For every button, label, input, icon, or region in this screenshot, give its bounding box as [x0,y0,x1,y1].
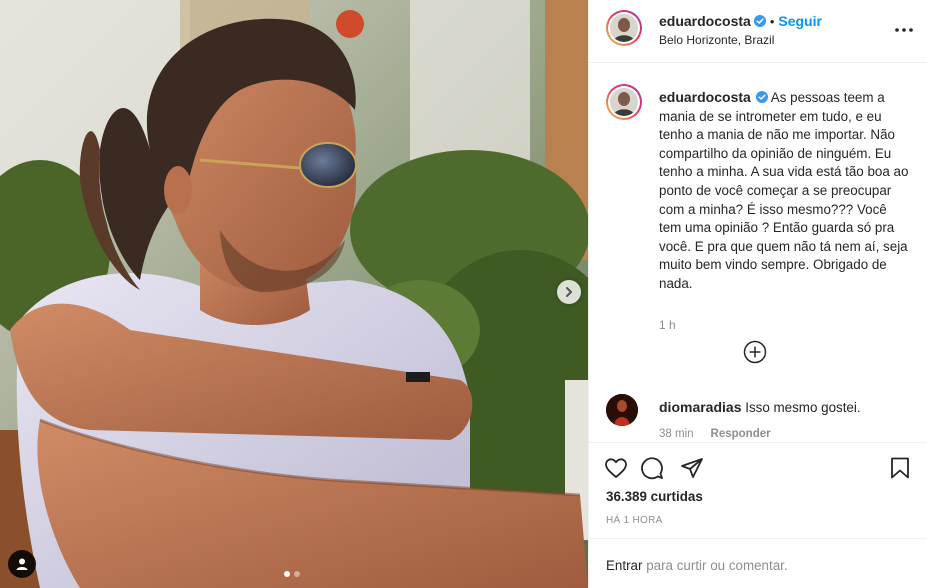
caption-text: As pessoas teem a mania de se intrometer… [659,90,909,291]
verified-badge-icon [753,15,766,27]
post-photo[interactable] [0,0,588,588]
follow-button[interactable]: Seguir [778,13,822,29]
instagram-post: eduardocosta • Seguir Belo Horizonte, Br… [0,0,927,588]
post-header: eduardocosta • Seguir Belo Horizonte, Br… [589,0,927,63]
more-options-button[interactable] [894,20,914,40]
carousel-dot-active [284,571,290,577]
heart-icon [605,458,627,478]
commenter-username[interactable]: diomaradias [659,399,741,415]
carousel-indicator [284,571,300,577]
carousel-next-button[interactable] [557,280,581,304]
caption-author-avatar[interactable] [606,84,642,120]
separator-dot: • [769,13,775,29]
commenter-avatar[interactable] [606,394,638,426]
like-button[interactable] [603,455,629,481]
paper-plane-icon [681,458,703,478]
author-avatar[interactable] [606,10,642,46]
likes-count[interactable]: 36.389 curtidas [606,489,703,504]
author-username[interactable]: eduardocosta [659,13,751,29]
author-info: eduardocosta • Seguir Belo Horizonte, Br… [659,12,899,47]
comment-text-line: diomaradias Isso mesmo gostei. [659,399,861,415]
reply-button[interactable]: Responder [711,428,771,440]
post-timestamp[interactable]: HÁ 1 HORA [606,515,663,526]
comment-login-prompt: Entrar para curtir ou comentar. [589,538,927,588]
tagged-users-button[interactable] [8,550,36,578]
chevron-right-icon [566,287,572,297]
caption-timestamp[interactable]: 1 h [659,318,676,332]
post-side-panel: eduardocosta • Seguir Belo Horizonte, Br… [588,0,927,588]
comment-timestamp[interactable]: 38 min [659,428,694,440]
photo-man-in-sunglasses [0,0,588,588]
save-button[interactable] [887,455,913,481]
plus-circle-icon [743,340,767,364]
post-actions: 36.389 curtidas HÁ 1 HORA [589,442,927,538]
comment-prompt-rest: para curtir ou comentar. [646,558,788,573]
comment-icon [641,457,663,480]
comments-section[interactable]: eduardocosta As pessoas teem a mania de … [589,64,927,442]
share-button[interactable] [679,455,705,481]
avatar-image [610,88,638,116]
verified-badge-icon [755,91,768,103]
avatar-image [606,394,638,426]
user-tag-icon [16,558,28,570]
caption-body: eduardocosta As pessoas teem a mania de … [659,88,911,294]
more-options-icon [895,28,913,32]
bookmark-icon [891,457,909,479]
avatar-image [610,14,638,42]
comment-meta: 38 min Responder [659,428,771,440]
comment-text: Isso mesmo gostei. [745,400,861,415]
comment-prompt-text: Entrar para curtir ou comentar. [606,558,788,573]
login-link[interactable]: Entrar [606,558,642,573]
load-more-comments-button[interactable] [743,340,767,364]
post-location[interactable]: Belo Horizonte, Brazil [659,33,899,47]
carousel-dot [294,571,300,577]
caption-username[interactable]: eduardocosta [659,89,751,105]
comment-button[interactable] [639,455,665,481]
